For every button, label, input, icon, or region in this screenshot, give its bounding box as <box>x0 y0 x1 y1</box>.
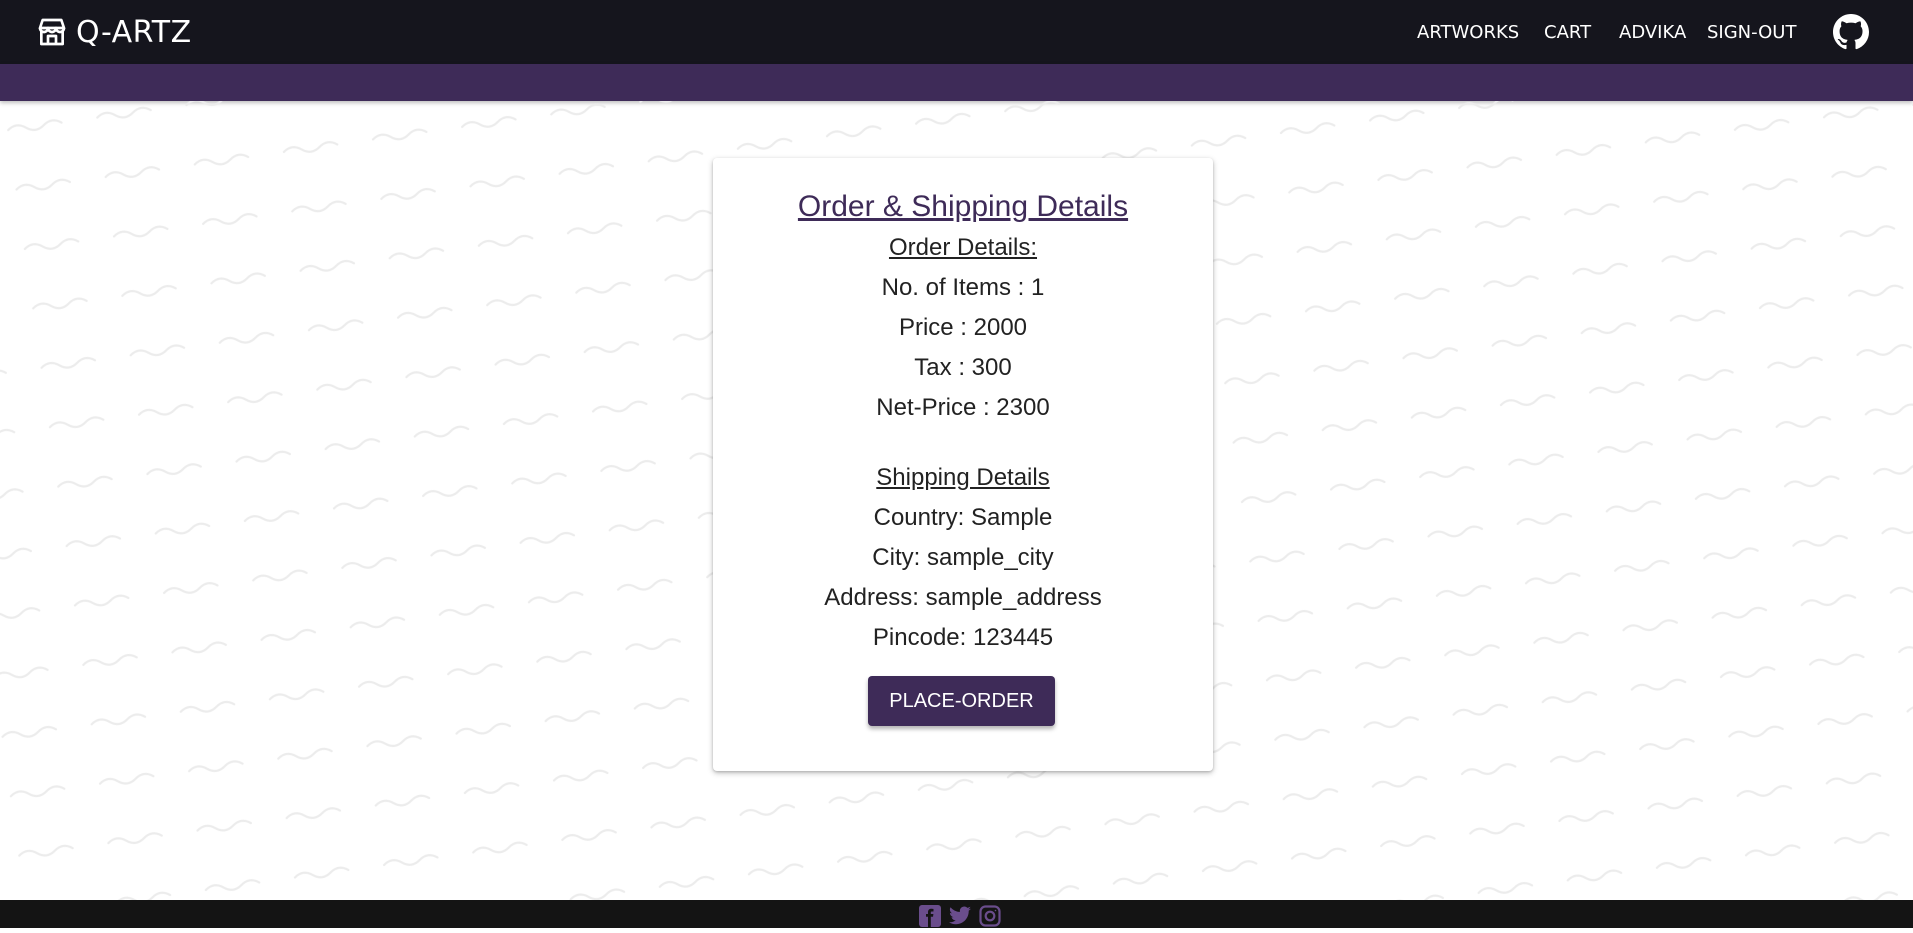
store-icon <box>36 16 68 48</box>
brand-name: Q-ARTZ <box>76 14 192 50</box>
order-items-count: No. of Items : 1 <box>881 274 1045 301</box>
shipping-city: City: sample_city <box>872 544 1054 571</box>
instagram-icon[interactable] <box>978 904 1002 933</box>
order-net-price: Net-Price : 2300 <box>876 394 1050 421</box>
shipping-pincode: Pincode: 123445 <box>872 624 1054 651</box>
shipping-country: Country: Sample <box>873 504 1053 531</box>
nav-sign-out[interactable]: SIGN-OUT <box>1707 22 1796 43</box>
shipping-address: Address: sample_address <box>824 584 1102 611</box>
twitter-icon[interactable] <box>947 904 973 933</box>
order-details-heading: Order Details: <box>888 234 1038 261</box>
accent-bar <box>0 64 1913 101</box>
order-price: Price : 2000 <box>898 314 1028 341</box>
nav-user-profile[interactable]: ADVIKA <box>1619 22 1686 43</box>
social-links <box>918 904 1002 933</box>
github-icon[interactable] <box>1833 14 1869 55</box>
nav-artworks[interactable]: ARTWORKS <box>1417 22 1519 43</box>
nav-cart[interactable]: CART <box>1544 22 1591 43</box>
footer <box>0 900 1913 928</box>
order-tax: Tax : 300 <box>914 354 1012 381</box>
page-title: Order & Shipping Details <box>797 190 1129 223</box>
place-order-button[interactable]: PLACE-ORDER <box>868 676 1055 726</box>
order-summary-card: Order & Shipping Details Order Details: … <box>713 158 1213 771</box>
facebook-icon[interactable] <box>918 904 942 933</box>
shipping-details-heading: Shipping Details <box>876 464 1050 491</box>
top-app-bar: Q-ARTZ ARTWORKS CART ADVIKA SIGN-OUT <box>0 0 1913 64</box>
brand-logo[interactable]: Q-ARTZ <box>36 14 192 50</box>
